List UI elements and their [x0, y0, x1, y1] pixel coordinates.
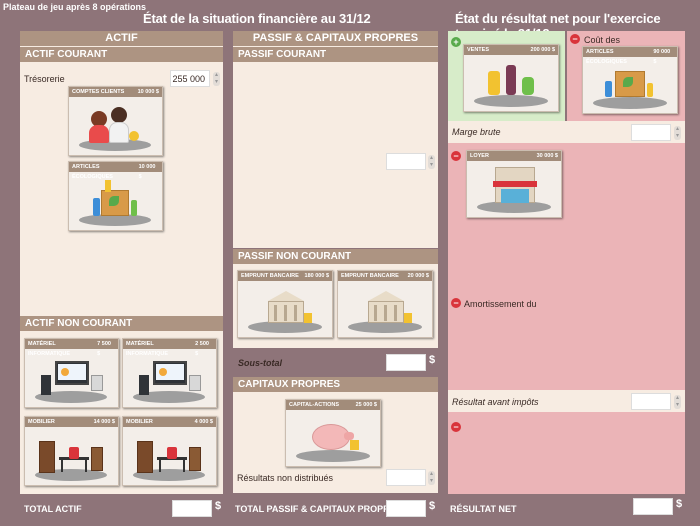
current-liabilities-stepper[interactable] — [428, 155, 435, 169]
amortization-label: Amortissement du — [464, 299, 537, 309]
card-computer-equipment-1[interactable]: MATÉRIEL INFORMATIQUE 7 500 $ — [24, 338, 119, 408]
office-furniture-icon — [123, 427, 216, 485]
card-amount: 200 000 $ — [530, 47, 555, 53]
computer-equipment-icon — [25, 349, 118, 407]
card-amount: 30 000 $ — [536, 153, 558, 159]
customers-icon — [69, 97, 162, 155]
total-liabilities-input[interactable] — [386, 500, 426, 517]
subtotal-currency: $ — [429, 354, 436, 366]
card-title: MATÉRIEL INFORMATIQUE — [126, 341, 169, 357]
current-liabilities-panel — [233, 31, 438, 248]
card-amount: 20 000 $ — [407, 273, 429, 279]
total-assets-label: TOTAL ACTIF — [24, 504, 82, 514]
card-amount: 2 500 $ — [195, 341, 209, 357]
equity-header: CAPITAUX PROPRES — [233, 377, 438, 392]
retained-earnings-label: Résultats non distribués — [237, 473, 334, 483]
liabilities-header: PASSIF & CAPITAUX PROPRES — [233, 31, 438, 46]
cash-stepper[interactable] — [213, 72, 220, 86]
card-title: EMPRUNT BANCAIRE — [341, 273, 399, 279]
card-amount: 4 000 $ — [194, 419, 213, 425]
total-assets-input[interactable] — [172, 500, 212, 517]
gross-margin-stepper[interactable] — [674, 126, 681, 140]
minus-icon: − — [451, 422, 461, 432]
net-income-input[interactable] — [633, 498, 673, 515]
card-title: MOBILIER — [28, 419, 55, 425]
total-assets-currency: $ — [215, 500, 222, 512]
eco-products-box-icon — [583, 57, 677, 113]
card-furniture-1[interactable]: MOBILIER 14 000 $ — [24, 416, 119, 486]
card-title: ARTICLES ÉCOLOGIQUES — [586, 49, 627, 65]
bank-icon — [238, 281, 332, 337]
card-title: EMPRUNT BANCAIRE — [241, 273, 299, 279]
assets-header: ACTIF — [20, 31, 223, 46]
card-title: MOBILIER — [126, 419, 153, 425]
piggy-bank-icon — [286, 410, 380, 466]
pretax-stepper[interactable] — [674, 395, 681, 409]
retained-earnings-input[interactable] — [386, 469, 426, 486]
pretax-input[interactable] — [631, 393, 671, 410]
card-title: ARTICLES ÉCOLOGIQUES — [72, 164, 113, 180]
card-title: MATÉRIEL INFORMATIQUE — [28, 341, 71, 357]
card-amount: 14 000 $ — [93, 419, 115, 425]
card-bank-loan-1[interactable]: EMPRUNT BANCAIRE 180 000 $ — [237, 270, 333, 338]
card-share-capital[interactable]: CAPITAL-ACTIONS 25 000 $ — [285, 399, 381, 467]
gross-margin-input[interactable] — [631, 124, 671, 141]
net-income-label: RÉSULTAT NET — [450, 504, 517, 514]
current-assets-header: ACTIF COURANT — [20, 47, 223, 62]
eco-products-box-icon — [69, 172, 162, 230]
card-amount: 7 500 $ — [97, 341, 111, 357]
cash-input[interactable]: 255 000 — [170, 70, 210, 87]
plus-icon: + — [451, 37, 461, 47]
card-rent[interactable]: LOYER 30 000 $ — [466, 150, 562, 218]
balance-sheet-title: État de la situation financière au 31/12 — [143, 11, 371, 26]
net-income-currency: $ — [676, 498, 683, 510]
computer-equipment-icon — [123, 349, 216, 407]
card-title: LOYER — [470, 153, 489, 159]
non-current-assets-header: ACTIF NON COURANT — [20, 316, 223, 331]
card-amount: 180 000 $ — [304, 273, 329, 279]
minus-icon: − — [451, 298, 461, 308]
card-computer-equipment-2[interactable]: MATÉRIEL INFORMATIQUE 2 500 $ — [122, 338, 217, 408]
card-amount: 25 000 $ — [355, 402, 377, 408]
gross-margin-label: Marge brute — [452, 127, 501, 137]
office-furniture-icon — [25, 427, 118, 485]
card-cogs-eco-products[interactable]: ARTICLES ÉCOLOGIQUES 90 000 $ — [582, 46, 678, 114]
current-liabilities-header: PASSIF COURANT — [233, 47, 438, 62]
card-title: COMPTES CLIENTS — [72, 89, 125, 95]
card-amount: 10 000 $ — [138, 164, 156, 180]
subtotal-label: Sous-total — [238, 358, 282, 368]
card-amount: 90 000 $ — [653, 49, 671, 65]
bank-icon — [338, 281, 432, 337]
card-title: CAPITAL-ACTIONS — [289, 402, 340, 408]
cogs-label: Coût des — [584, 35, 621, 45]
card-title: VENTES — [467, 47, 490, 53]
total-liabilities-label: TOTAL PASSIF & CAPITAUX PROPRES — [235, 504, 402, 514]
store-building-icon — [467, 161, 561, 217]
subtotal-input[interactable] — [386, 354, 426, 371]
tax-zone — [448, 412, 685, 494]
minus-icon: − — [451, 151, 461, 161]
card-furniture-2[interactable]: MOBILIER 4 000 $ — [122, 416, 217, 486]
retained-earnings-stepper[interactable] — [428, 471, 435, 485]
board-title: Plateau de jeu après 8 opérations — [3, 2, 147, 12]
pretax-label: Résultat avant impôts — [452, 397, 539, 407]
minus-icon: − — [570, 34, 580, 44]
card-accounts-receivable[interactable]: COMPTES CLIENTS 10 000 $ — [68, 86, 163, 156]
card-eco-products[interactable]: ARTICLES ÉCOLOGIQUES 10 000 $ — [68, 161, 163, 231]
cash-label: Trésorerie — [24, 74, 65, 84]
current-liabilities-input[interactable] — [386, 153, 426, 170]
non-current-liabilities-header: PASSIF NON COURANT — [233, 249, 438, 264]
total-liabilities-currency: $ — [429, 500, 436, 512]
card-bank-loan-2[interactable]: EMPRUNT BANCAIRE 20 000 $ — [337, 270, 433, 338]
cleaning-products-icon — [464, 55, 558, 111]
card-sales[interactable]: VENTES 200 000 $ — [463, 44, 559, 112]
card-amount: 10 000 $ — [137, 89, 159, 95]
